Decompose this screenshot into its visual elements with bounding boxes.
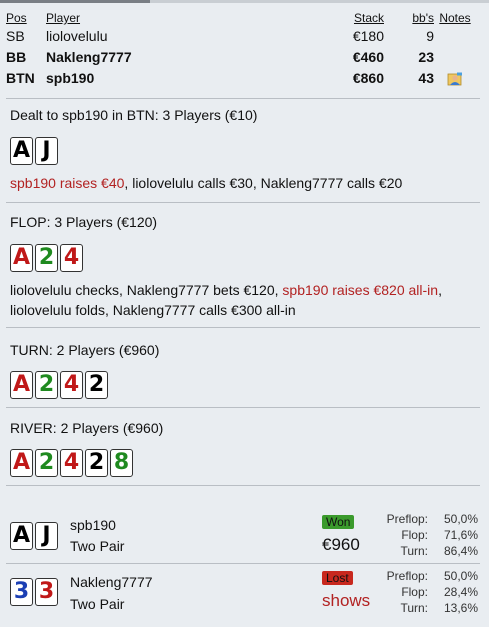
- equity-stats: Preflop: 50,0% Flop: 28,4% Turn: 13,6%: [380, 568, 478, 616]
- action-item: spb190 raises €40: [10, 175, 125, 191]
- playing-card: A: [10, 137, 33, 165]
- player-pos: SB: [6, 27, 25, 44]
- playing-card: A: [10, 371, 33, 399]
- playing-card: 8: [110, 449, 133, 477]
- top-scroll-bar: [0, 0, 489, 3]
- col-header-bb[interactable]: bb's: [384, 11, 434, 25]
- shows-label: shows: [322, 591, 371, 610]
- playing-card: 3: [10, 578, 33, 606]
- player-row-bb: BB Nakleng7777 €460 23: [6, 46, 476, 67]
- player-row-sb: SB liolovelulu €180 9: [6, 25, 476, 46]
- turn-cards: A242: [10, 371, 108, 399]
- stat-value: 50,0%: [443, 569, 478, 583]
- stat-label: Turn:: [400, 601, 428, 615]
- player-name: spb190: [46, 69, 95, 86]
- playing-card: 4: [60, 371, 83, 399]
- section-divider: [6, 327, 480, 328]
- won-badge: Won: [322, 515, 355, 529]
- stat-label: Preflop:: [386, 569, 428, 583]
- player-row-btn: BTN spb190 €860 43: [6, 67, 476, 88]
- flop-heading: FLOP: 3 Players (€120): [10, 214, 158, 230]
- action-item: Nakleng7777 bets €120: [126, 282, 275, 298]
- playing-card: 2: [85, 449, 108, 477]
- river-heading: RIVER: 2 Players (€960): [10, 420, 164, 436]
- action-item: liolovelulu checks: [10, 282, 119, 298]
- player-stack: €460: [352, 48, 384, 65]
- playing-card: 2: [35, 371, 58, 399]
- hero-hole-cards: AJ: [10, 137, 58, 165]
- result-player-name: spb190: [70, 517, 116, 533]
- players-table: Pos Player Stack bb's Notes SB liolovelu…: [6, 11, 476, 88]
- flop-actions: liolovelulu checks, Nakleng7777 bets €12…: [10, 282, 442, 318]
- playing-card: A: [10, 522, 33, 550]
- section-divider: [6, 563, 480, 564]
- stat-label: Flop:: [401, 585, 428, 599]
- player-pos: BTN: [6, 69, 35, 86]
- preflop-heading: Dealt to spb190 in BTN: 3 Players (€10): [10, 107, 258, 123]
- section-divider: [6, 407, 480, 408]
- section-divider: [6, 485, 480, 486]
- playing-card: 4: [60, 449, 83, 477]
- col-header-notes[interactable]: Notes: [434, 11, 476, 25]
- col-header-stack[interactable]: Stack: [291, 11, 384, 25]
- player-bb: 9: [426, 27, 434, 44]
- player-name: liolovelulu: [46, 27, 108, 44]
- stat-label: Preflop:: [386, 512, 428, 526]
- player-bb: 23: [418, 48, 434, 65]
- player-stack: €860: [352, 69, 384, 86]
- playing-card: 2: [35, 449, 58, 477]
- playing-card: A: [10, 449, 33, 477]
- stat-value: 50,0%: [443, 512, 478, 526]
- playing-card: 3: [35, 578, 58, 606]
- stat-label: Flop:: [401, 528, 428, 542]
- player-notes-cell[interactable]: [434, 67, 476, 88]
- lost-badge: Lost: [322, 571, 353, 585]
- top-scroll-thumb: [0, 0, 150, 3]
- playing-card: 2: [35, 244, 58, 272]
- player-name: Nakleng7777: [46, 48, 132, 65]
- flop-cards: A24: [10, 244, 83, 272]
- col-header-player[interactable]: Player: [46, 11, 291, 25]
- user-note-icon[interactable]: [447, 72, 463, 86]
- stat-value: 28,4%: [443, 585, 478, 599]
- result-hole-cards: AJ: [10, 522, 58, 550]
- players-table-header: Pos Player Stack bb's Notes: [6, 11, 476, 25]
- col-header-pos[interactable]: Pos: [6, 11, 46, 25]
- playing-card: A: [10, 244, 33, 272]
- action-item: liolovelulu calls €30: [132, 175, 253, 191]
- stat-label: Turn:: [400, 544, 428, 558]
- playing-card: J: [35, 137, 58, 165]
- action-item: Nakleng7777 calls €20: [260, 175, 403, 191]
- playing-card: 4: [60, 244, 83, 272]
- stat-value: 71,6%: [443, 528, 478, 542]
- river-cards: A2428: [10, 449, 133, 477]
- stat-value: 13,6%: [443, 601, 478, 615]
- equity-stats: Preflop: 50,0% Flop: 71,6% Turn: 86,4%: [380, 511, 478, 559]
- action-item: spb190 raises €820 all-in: [282, 282, 439, 298]
- won-amount: €960: [322, 535, 360, 554]
- action-item: liolovelulu folds: [10, 302, 105, 318]
- section-divider: [6, 202, 480, 203]
- playing-card: J: [35, 522, 58, 550]
- result-hole-cards: 33: [10, 578, 58, 606]
- result-hand: Two Pair: [70, 538, 125, 554]
- player-stack: €180: [352, 27, 384, 44]
- result-player-name: Nakleng7777: [70, 574, 153, 590]
- result-hand: Two Pair: [70, 596, 125, 612]
- section-divider: [6, 98, 480, 99]
- playing-card: 2: [85, 371, 108, 399]
- player-bb: 43: [418, 69, 434, 86]
- player-notes-cell[interactable]: [434, 25, 476, 46]
- action-item: Nakleng7777 calls €300 all-in: [112, 302, 296, 318]
- stat-value: 86,4%: [443, 544, 478, 558]
- preflop-actions: spb190 raises €40, liolovelulu calls €30…: [10, 175, 403, 191]
- player-pos: BB: [6, 48, 27, 65]
- turn-heading: TURN: 2 Players (€960): [10, 342, 160, 358]
- player-notes-cell[interactable]: [434, 46, 476, 67]
